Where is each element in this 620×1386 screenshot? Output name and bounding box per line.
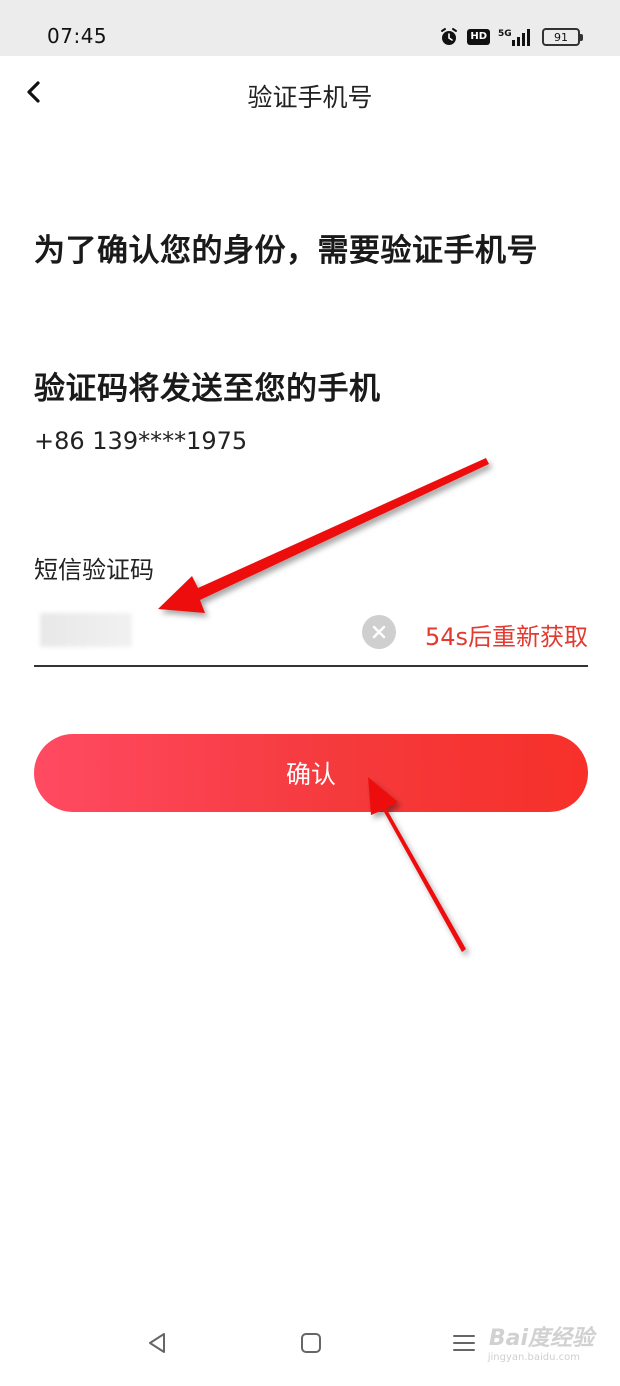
masked-phone-number: +86 139****1975 xyxy=(34,427,248,455)
sms-code-label: 短信验证码 xyxy=(34,556,154,584)
signal-5g-icon: 5G xyxy=(498,29,530,46)
baidu-watermark: Bai度经验 xyxy=(488,1326,594,1351)
resend-countdown: 54s后重新获取 xyxy=(424,623,588,651)
confirm-button[interactable]: 确认 xyxy=(34,734,588,812)
hd-badge: HD xyxy=(467,29,490,45)
annotation-arrow-to-input xyxy=(158,458,489,613)
sms-code-field: 54s后重新获取 xyxy=(34,605,588,667)
page-title: 验证手机号 xyxy=(247,83,373,112)
triangle-back-icon[interactable] xyxy=(144,1330,170,1356)
battery-level: 91 xyxy=(554,30,568,44)
network-label: 5G xyxy=(498,29,512,39)
square-home-icon[interactable] xyxy=(298,1330,324,1356)
clear-button[interactable] xyxy=(362,615,396,649)
annotation-arrows xyxy=(158,458,489,952)
code-destination-heading: 验证码将发送至您的手机 xyxy=(34,371,381,407)
blurred-code-value xyxy=(40,613,132,647)
status-time: 07:45 xyxy=(47,24,108,48)
alarm-icon xyxy=(441,28,458,45)
verification-headline: 为了确认您的身份，需要验证手机号 xyxy=(34,233,538,269)
status-icons: HD 5G 91 xyxy=(439,25,583,49)
status-bar: 07:45 HD 5G 91 xyxy=(0,0,620,56)
battery-icon: 91 xyxy=(542,28,583,46)
baidu-watermark-url: jingyan.baidu.com xyxy=(487,1352,580,1363)
menu-lines-icon[interactable] xyxy=(452,1332,476,1354)
system-nav-bar: Bai度经验 jingyan.baidu.com xyxy=(0,1296,620,1386)
nav-bar: 验证手机号 xyxy=(0,56,620,136)
close-icon xyxy=(372,625,386,639)
